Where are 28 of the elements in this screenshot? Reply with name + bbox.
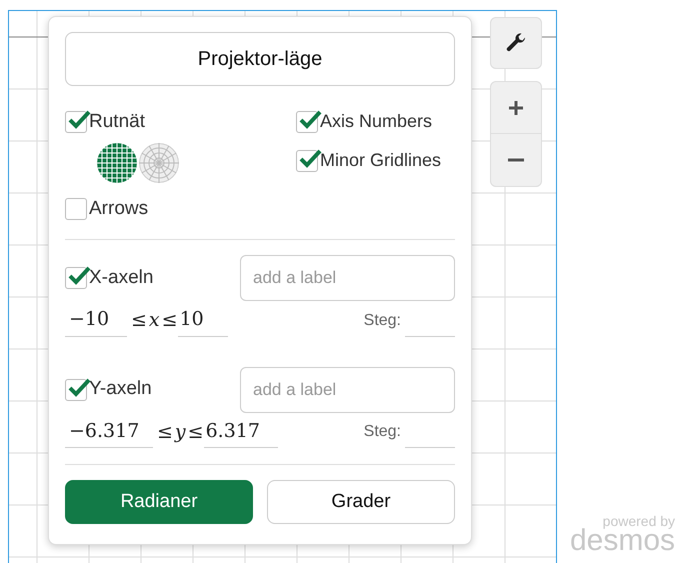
angle-unit-button[interactable]: Radianer (65, 480, 253, 524)
projector-mode-button[interactable]: Projektor-läge (65, 32, 455, 86)
settings-button[interactable] (490, 17, 542, 69)
less-equal-sign: ≤ (157, 420, 173, 444)
plus-icon (508, 100, 524, 116)
checkbox-label: Arrows (89, 196, 148, 220)
range-min-field[interactable]: −10 (65, 305, 127, 336)
checkbox[interactable] (65, 198, 87, 220)
step-label: Steg: (364, 310, 401, 330)
checkbox-label: Y-axeln (89, 377, 152, 402)
step-label: Steg: (364, 422, 401, 442)
minus-icon (508, 158, 524, 162)
angle-unit-button[interactable]: Grader (267, 480, 455, 524)
range-max-field[interactable]: 6.317 (204, 416, 278, 448)
axis-variable: x (148, 308, 161, 333)
less-equal-sign: ≤ (162, 308, 178, 333)
axis-label-field[interactable]: add a label (240, 255, 455, 301)
axis-label-field[interactable]: add a label (240, 366, 455, 412)
cartesian-grid-icon[interactable] (97, 142, 137, 182)
range-min-field[interactable]: −6.317 (65, 416, 153, 448)
checkbox-label: Axis Numbers (320, 110, 432, 133)
checkbox-label: Rutnät (89, 110, 145, 134)
range-max-field[interactable]: 10 (178, 305, 228, 336)
less-equal-sign: ≤ (188, 420, 204, 444)
checkbox-label: Minor Gridlines (320, 149, 441, 172)
checkbox-label: X-axeln (89, 266, 154, 290)
less-equal-sign: ≤ (131, 308, 147, 333)
axis-variable: y (173, 420, 187, 444)
